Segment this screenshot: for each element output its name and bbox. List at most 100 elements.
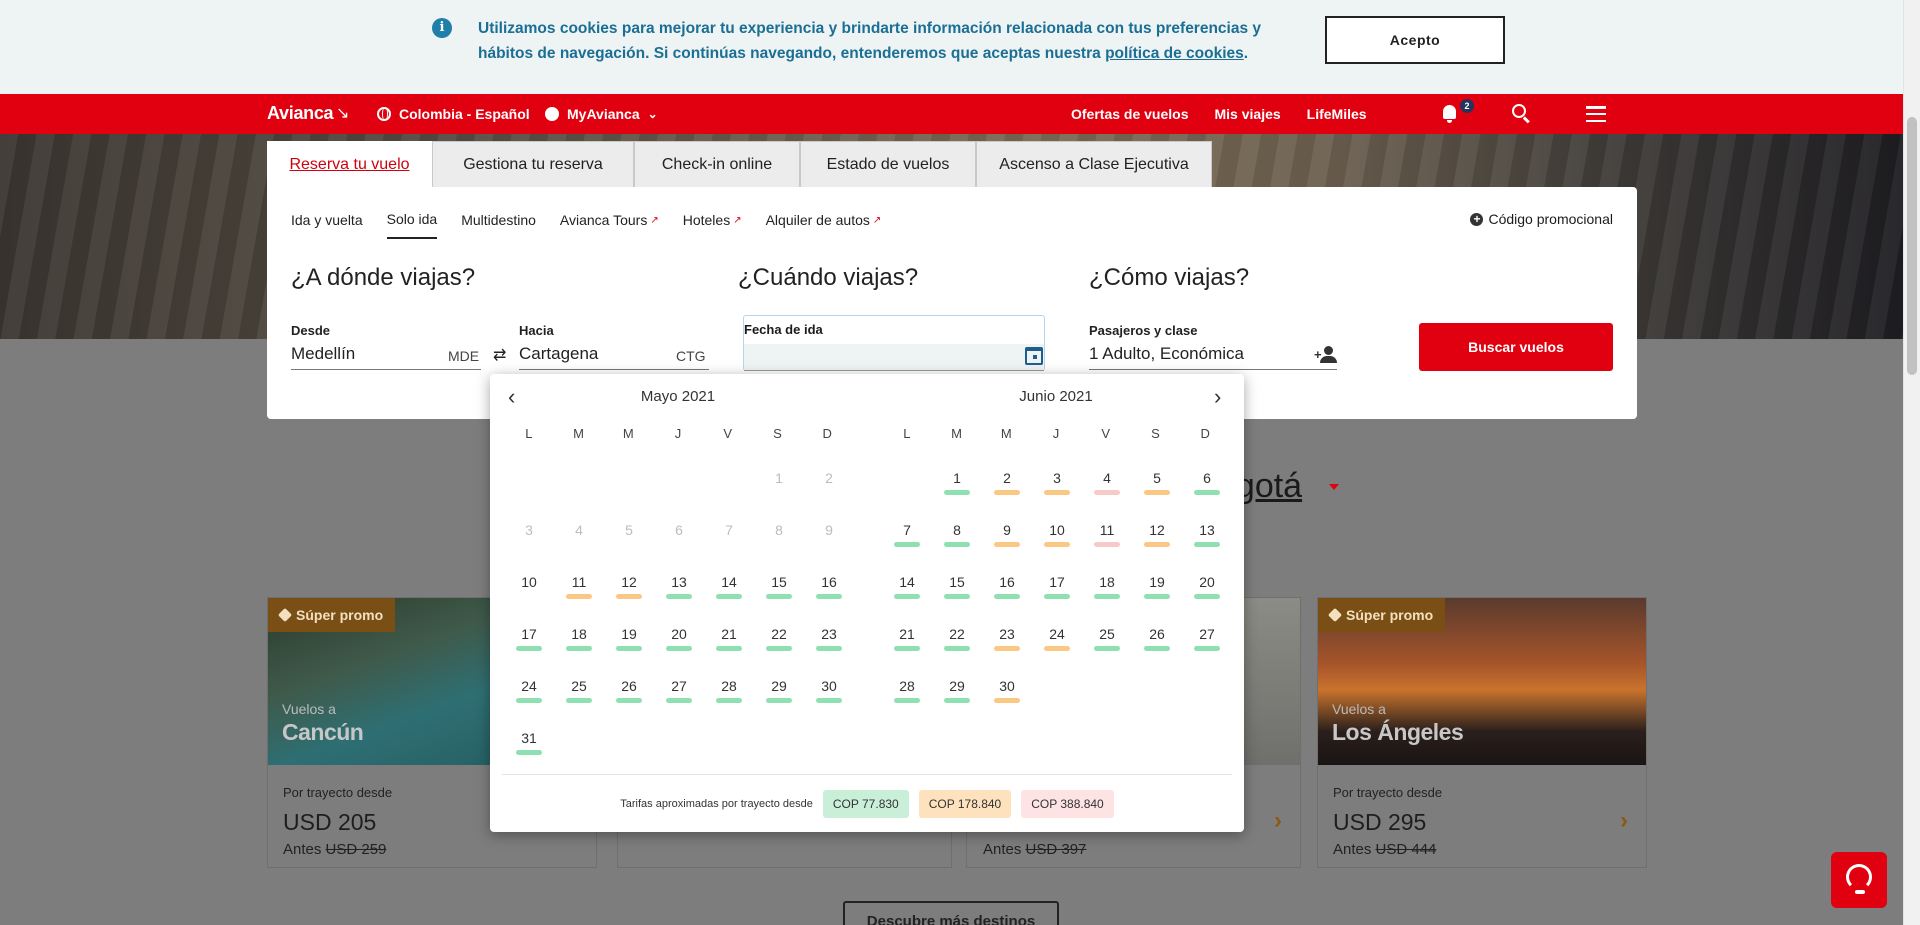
calendar-day[interactable]: 25	[1082, 626, 1132, 678]
nav-link-mis-viajes[interactable]: Mis viajes	[1215, 106, 1281, 122]
calendar-day[interactable]: 17	[1032, 574, 1082, 626]
tab-estado[interactable]: Estado de vuelos	[800, 141, 976, 187]
calendar-day[interactable]: 28	[704, 678, 754, 730]
calendar-day[interactable]: 18	[554, 626, 604, 678]
calendar-day[interactable]: 24	[504, 678, 554, 730]
day-number: 8	[775, 522, 783, 538]
chevron-right-icon[interactable]: ›	[1620, 807, 1628, 835]
nav-link-lifemiles[interactable]: LifeMiles	[1307, 106, 1367, 122]
accept-cookies-button[interactable]: Acepto	[1325, 16, 1505, 64]
weekday-header: LMMJVSD	[903, 426, 1210, 441]
myavianca-menu[interactable]: MyAvianca ⌄	[545, 106, 658, 122]
nav-link-ofertas[interactable]: Ofertas de vuelos	[1071, 106, 1189, 122]
calendar-day[interactable]: 13	[654, 574, 704, 626]
calendar-day[interactable]: 21	[882, 626, 932, 678]
day-number: 13	[1199, 522, 1215, 538]
calendar-day: 4	[554, 522, 604, 574]
scrollbar-thumb[interactable]	[1907, 117, 1917, 375]
calendar-day[interactable]: 29	[932, 678, 982, 730]
tab-gestiona[interactable]: Gestiona tu reserva	[432, 141, 634, 187]
tab-checkin[interactable]: Check-in online	[634, 141, 800, 187]
calendar-day[interactable]: 20	[1182, 574, 1232, 626]
calendar-day[interactable]: 23	[982, 626, 1032, 678]
calendar-day[interactable]: 10	[1032, 522, 1082, 574]
more-destinations-button[interactable]: Descubre más destinos	[843, 901, 1059, 925]
calendar-day[interactable]: 17	[504, 626, 554, 678]
chevron-right-icon[interactable]: ›	[1274, 807, 1282, 835]
destination-card-los-angeles[interactable]: Súper promo Vuelos a Los Ángeles Por tra…	[1317, 597, 1647, 868]
cookie-policy-link[interactable]: política de cookies	[1105, 45, 1244, 62]
calendar-day[interactable]: 11	[554, 574, 604, 626]
swap-icon[interactable]: ⇄	[493, 345, 506, 365]
card-price: USD 205	[283, 809, 377, 835]
calendar-day[interactable]: 28	[882, 678, 932, 730]
calendar-day[interactable]: 27	[654, 678, 704, 730]
calendar-day[interactable]: 30	[804, 678, 854, 730]
search-icon[interactable]	[1512, 104, 1526, 118]
calendar-day[interactable]: 21	[704, 626, 754, 678]
calendar-day[interactable]: 25	[554, 678, 604, 730]
subtab-ida-vuelta[interactable]: Ida y vuelta	[291, 211, 363, 239]
calendar-day[interactable]: 4	[1082, 470, 1132, 522]
help-headset-icon[interactable]	[1831, 852, 1887, 908]
fare-indicator	[1194, 646, 1220, 651]
calendar-day[interactable]: 23	[804, 626, 854, 678]
calendar-day[interactable]: 19	[1132, 574, 1182, 626]
subtab-solo-ida[interactable]: Solo ida	[386, 211, 438, 239]
calendar-icon[interactable]	[1025, 347, 1043, 365]
calendar-day[interactable]: 16	[982, 574, 1032, 626]
date-input[interactable]	[744, 344, 1044, 371]
calendar-day[interactable]: 10	[504, 574, 554, 626]
calendar-day[interactable]: 5	[1132, 470, 1182, 522]
hamburger-menu-icon[interactable]	[1586, 106, 1606, 122]
calendar-day[interactable]: 26	[1132, 626, 1182, 678]
calendar-day[interactable]: 7	[882, 522, 932, 574]
calendar-day[interactable]: 27	[1182, 626, 1232, 678]
fare-indicator	[766, 594, 792, 599]
country-selector[interactable]: Colombia - Español	[377, 106, 530, 122]
calendar-day[interactable]: 13	[1182, 522, 1232, 574]
calendar-day[interactable]: 3	[1032, 470, 1082, 522]
calendar-day[interactable]: 11	[1082, 522, 1132, 574]
tab-reserva[interactable]: Reserva tu vuelo	[267, 141, 432, 187]
fare-indicator	[566, 594, 592, 599]
promo-code-link[interactable]: + Código promocional	[1470, 211, 1613, 227]
tab-ascenso[interactable]: Ascenso a Clase Ejecutiva	[976, 141, 1212, 187]
calendar-day[interactable]: 26	[604, 678, 654, 730]
fare-indicator	[666, 698, 692, 703]
calendar-day[interactable]: 9	[982, 522, 1032, 574]
departure-date-field[interactable]: Fecha de ida	[743, 315, 1045, 371]
calendar-day[interactable]: 6	[1182, 470, 1232, 522]
calendar-day[interactable]: 15	[754, 574, 804, 626]
user-icon	[545, 107, 559, 121]
subtab-avianca-tours[interactable]: Avianca Tours ↗	[560, 211, 659, 239]
subtab-hoteles[interactable]: Hoteles ↗	[683, 211, 742, 239]
calendar-day[interactable]: 30	[982, 678, 1032, 730]
add-person-icon[interactable]: +	[1314, 346, 1338, 366]
calendar-day[interactable]: 22	[932, 626, 982, 678]
subtab-multidestino[interactable]: Multidestino	[461, 211, 536, 239]
calendar-day[interactable]: 14	[882, 574, 932, 626]
calendar-day[interactable]: 12	[1132, 522, 1182, 574]
calendar-day[interactable]: 22	[754, 626, 804, 678]
pax-field[interactable]: 1 Adulto, Económica	[1089, 344, 1337, 370]
calendar-day[interactable]: 14	[704, 574, 754, 626]
calendar-day[interactable]: 24	[1032, 626, 1082, 678]
calendar-day[interactable]: 8	[932, 522, 982, 574]
subtab-alquiler-autos[interactable]: Alquiler de autos ↗	[766, 211, 882, 239]
page-scrollbar[interactable]	[1903, 0, 1920, 925]
calendar-day[interactable]: 1	[932, 470, 982, 522]
calendar-day[interactable]: 2	[982, 470, 1032, 522]
calendar-day[interactable]: 15	[932, 574, 982, 626]
search-flights-button[interactable]: Buscar vuelos	[1419, 323, 1613, 371]
avianca-logo[interactable]: Avianca	[267, 103, 334, 124]
calendar-day[interactable]: 20	[654, 626, 704, 678]
calendar-day[interactable]: 19	[604, 626, 654, 678]
card-city: Cancún	[282, 719, 364, 745]
calendar-day[interactable]: 16	[804, 574, 854, 626]
calendar-day[interactable]: 12	[604, 574, 654, 626]
calendar-day[interactable]: 29	[754, 678, 804, 730]
calendar-day[interactable]: 18	[1082, 574, 1132, 626]
info-icon: i	[432, 18, 452, 38]
bell-icon[interactable]: 2	[1440, 99, 1474, 125]
